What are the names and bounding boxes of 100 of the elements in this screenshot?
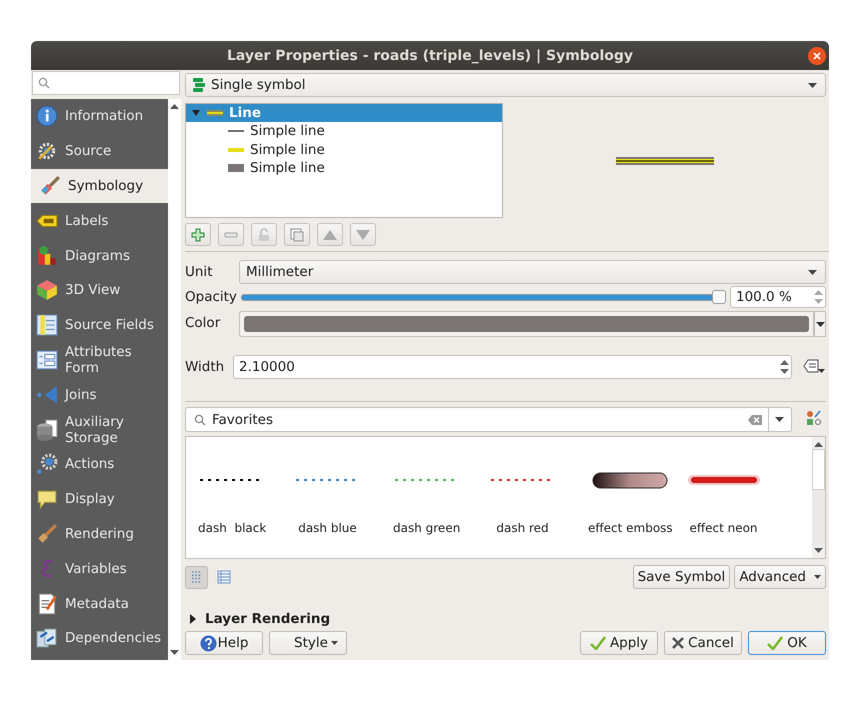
add-layer-button[interactable] xyxy=(185,223,211,246)
sidebar-item[interactable]: Metadata xyxy=(31,586,168,621)
sidebar-item[interactable]: Joins xyxy=(31,377,168,412)
search-field[interactable] xyxy=(32,71,180,95)
sidebar-item[interactable]: Source xyxy=(31,134,168,169)
move-down-button[interactable] xyxy=(350,223,376,246)
tree-item[interactable]: Simple line xyxy=(186,159,502,178)
cancel-button[interactable]: Cancel xyxy=(664,631,742,655)
search-icon xyxy=(38,77,50,89)
scroll-down-icon xyxy=(170,650,179,656)
caret-icon xyxy=(808,270,817,274)
remove-layer-button[interactable] xyxy=(218,223,244,246)
sidebar-item[interactable]: Information xyxy=(31,99,168,134)
window-title: Layer Properties - roads (triple_levels) | Symbology xyxy=(226,48,634,64)
spin-arrows-icon xyxy=(780,358,789,376)
symbol-tile[interactable]: effect neon xyxy=(686,449,783,558)
sidebar-item[interactable]: Diagrams xyxy=(31,238,168,273)
scrollbar[interactable] xyxy=(168,99,181,660)
symbol-tile[interactable]: dash blue xyxy=(296,449,393,558)
caret-icon xyxy=(816,322,824,326)
info-icon xyxy=(36,105,58,128)
slider-handle[interactable] xyxy=(712,290,726,304)
cross-icon xyxy=(672,637,684,649)
caret-icon xyxy=(331,641,338,645)
clear-icon[interactable] xyxy=(748,414,762,424)
gear-icon xyxy=(36,140,58,162)
stack-icon xyxy=(192,77,206,93)
tree-item[interactable]: Simple line xyxy=(186,140,502,159)
tree-item[interactable]: Line xyxy=(186,104,502,122)
save-symbol-button[interactable]: Save Symbol xyxy=(632,565,730,589)
spin-arrows-icon xyxy=(814,288,823,306)
table-icon xyxy=(216,570,230,584)
gear-icon xyxy=(36,453,58,476)
sidebar-item[interactable]: Display xyxy=(31,482,168,517)
opacity-slider[interactable] xyxy=(240,287,726,307)
color-menu-button[interactable] xyxy=(814,311,826,337)
brush-icon xyxy=(39,174,61,197)
color-label: Color xyxy=(185,314,222,330)
database-icon xyxy=(36,418,58,441)
opacity-spinbox[interactable]: 100.0 % xyxy=(730,286,826,308)
style-button[interactable]: Style xyxy=(269,631,347,655)
symbol-tile[interactable]: dash red xyxy=(490,449,588,558)
plus-icon xyxy=(191,228,205,242)
sidebar-item[interactable]: Labels xyxy=(31,203,168,238)
close-button[interactable] xyxy=(808,47,826,65)
help-button[interactable]: Help xyxy=(185,631,263,655)
sidebar-item[interactable]: Symbology xyxy=(31,168,168,204)
document-icon xyxy=(36,592,58,615)
chart-icon xyxy=(36,244,58,267)
symbol-name: dash green xyxy=(393,520,460,534)
scrollbar[interactable] xyxy=(812,437,825,558)
padlock-icon xyxy=(257,228,271,242)
checkmark-icon xyxy=(590,636,606,650)
search-icon xyxy=(194,414,206,426)
symbol-name: dash red xyxy=(496,520,549,534)
caret-icon xyxy=(814,575,821,579)
color-button[interactable] xyxy=(239,311,814,337)
form-icon xyxy=(36,348,58,371)
apply-button[interactable]: Apply xyxy=(580,631,658,655)
icon-view-button[interactable] xyxy=(185,566,208,588)
symbol-name: effect neon xyxy=(689,520,758,534)
triangle-icon xyxy=(36,384,58,406)
table-icon xyxy=(36,314,58,336)
symbol-tile[interactable]: dash black xyxy=(198,449,296,558)
advanced-button[interactable]: Advanced xyxy=(734,565,826,589)
move-up-button[interactable] xyxy=(317,223,343,246)
opacity-label: Opacity xyxy=(185,289,237,305)
width-spinbox[interactable]: 2.10000 xyxy=(233,355,792,379)
symbol-tile[interactable]: effect emboss xyxy=(588,449,686,558)
sidebar-item[interactable]: Variables xyxy=(31,551,168,586)
question-icon xyxy=(200,634,217,652)
duplicate-button[interactable] xyxy=(284,223,310,246)
arrows-icon xyxy=(36,627,58,650)
sidebar-item[interactable]: Rendering xyxy=(31,516,168,552)
line-symbol-icon xyxy=(207,109,223,117)
symbol-name: effect emboss xyxy=(588,520,673,534)
unit-dropdown[interactable]: Millimeter xyxy=(239,260,826,284)
checkmark-icon xyxy=(767,636,784,650)
up-triangle-icon xyxy=(322,228,338,240)
library-search-field[interactable]: Favorites xyxy=(185,407,792,432)
tree-item[interactable]: Simple line xyxy=(186,122,502,140)
close-icon xyxy=(813,52,821,60)
sidebar-item[interactable]: Actions xyxy=(31,446,168,482)
sidebar-item[interactable]: Source Fields xyxy=(31,308,168,343)
ok-button[interactable]: OK xyxy=(748,631,826,655)
sidebar-item[interactable]: Dependencies xyxy=(31,620,168,656)
symbol-name: dash blue xyxy=(298,520,357,534)
layer-rendering-header[interactable]: Layer Rendering xyxy=(189,611,826,627)
sidebar-item[interactable]: Attributes Form xyxy=(31,342,168,378)
caret-icon[interactable] xyxy=(775,417,784,422)
down-triangle-icon xyxy=(355,228,371,240)
speech-bubble-icon xyxy=(36,488,58,510)
scroll-up-icon xyxy=(170,103,179,109)
sidebar-item[interactable]: Auxiliary Storage xyxy=(31,412,168,447)
symbol-tile[interactable]: dash green xyxy=(393,449,490,558)
renderer-dropdown[interactable]: Single symbol xyxy=(185,73,826,97)
cube-icon xyxy=(36,279,58,302)
lock-button[interactable] xyxy=(251,223,277,246)
sidebar-item[interactable]: 3D View xyxy=(31,272,168,308)
scroll-down-icon xyxy=(814,548,823,554)
